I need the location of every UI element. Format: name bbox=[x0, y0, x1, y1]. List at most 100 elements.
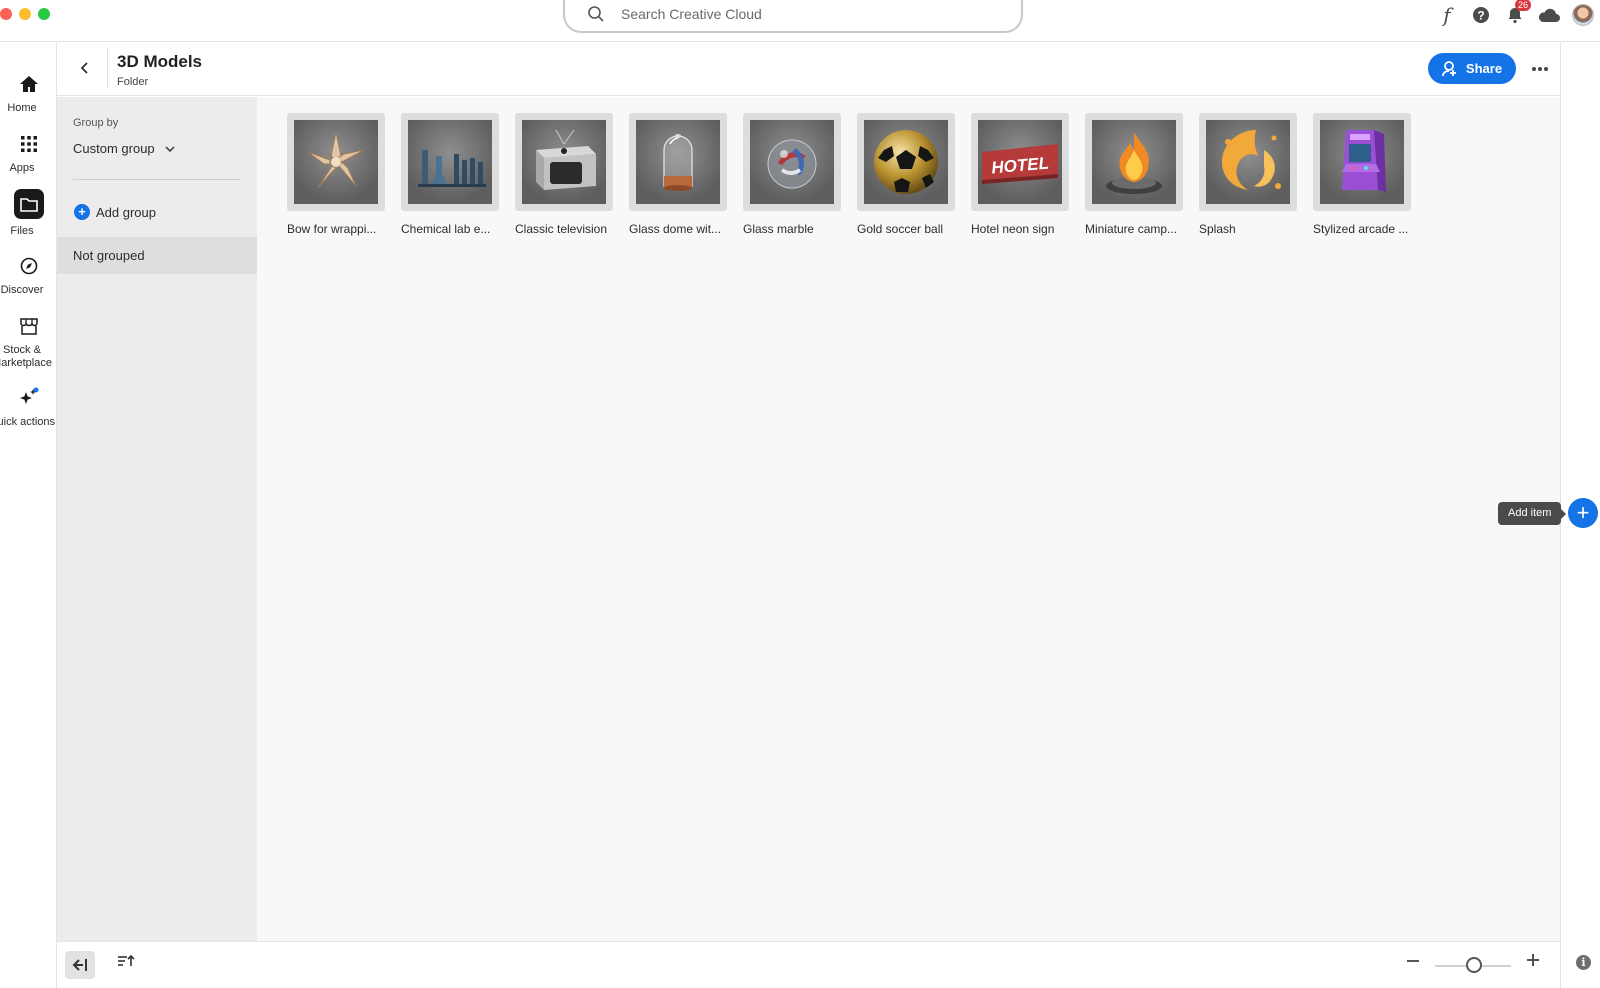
item-thumbnail bbox=[287, 113, 385, 211]
nav-apps-label: Apps bbox=[9, 162, 35, 174]
search-input[interactable] bbox=[621, 5, 981, 22]
nav-files[interactable]: Files bbox=[0, 189, 57, 238]
nav-discover[interactable]: Discover bbox=[0, 254, 57, 297]
bow-model-icon bbox=[307, 131, 365, 189]
avatar[interactable] bbox=[1566, 0, 1600, 30]
item-name: Splash bbox=[1199, 222, 1236, 236]
nav-stock-marketplace[interactable]: Stock &Marketplace bbox=[0, 314, 57, 370]
campfire-model-icon bbox=[1106, 132, 1162, 194]
item-name: Glass marble bbox=[743, 222, 814, 236]
share-button[interactable]: Share bbox=[1428, 53, 1516, 84]
item-thumbnail bbox=[857, 113, 955, 211]
glass-marble-model-icon bbox=[767, 139, 817, 189]
item-name: Miniature camp... bbox=[1085, 222, 1178, 236]
folder-icon bbox=[13, 189, 44, 219]
splash-model-icon bbox=[1222, 130, 1281, 190]
nav-files-label: Files bbox=[10, 225, 34, 237]
item-card[interactable]: Splash bbox=[1199, 113, 1297, 236]
item-thumbnail bbox=[629, 113, 727, 211]
item-name: Hotel neon sign bbox=[971, 222, 1055, 236]
nav-discover-label: Discover bbox=[0, 284, 44, 296]
item-name: Bow for wrappi... bbox=[287, 222, 377, 236]
zoom-in-button[interactable] bbox=[1526, 950, 1540, 973]
item-card[interactable]: Stylized arcade ... bbox=[1313, 113, 1411, 236]
page-subtitle: Folder bbox=[117, 76, 149, 88]
folder-header: 3D Models Folder Share bbox=[57, 42, 1560, 96]
help-icon[interactable]: ? bbox=[1464, 0, 1498, 30]
close-window-button[interactable] bbox=[0, 8, 12, 20]
back-button[interactable] bbox=[75, 58, 95, 78]
item-card[interactable]: Glass dome wit... bbox=[629, 113, 727, 236]
sort-button[interactable] bbox=[117, 954, 135, 971]
item-thumbnail bbox=[515, 113, 613, 211]
nav-stock-label: Stock &Marketplace bbox=[0, 344, 58, 370]
items-grid: Bow for wrappi... Chemical lab e... Clas… bbox=[287, 113, 1411, 236]
chevron-left-icon bbox=[80, 62, 88, 74]
avatar-image bbox=[1572, 4, 1594, 26]
add-group-label: Add group bbox=[96, 204, 156, 220]
notifications-bell-icon[interactable]: 26 bbox=[1498, 0, 1532, 30]
plus-circle-icon: + bbox=[74, 204, 90, 220]
lab-equipment-model-icon bbox=[418, 150, 486, 187]
item-card[interactable]: HOTEL Hotel neon sign bbox=[971, 113, 1069, 236]
collapse-panel-button[interactable] bbox=[65, 951, 95, 979]
chevron-down-icon bbox=[165, 145, 175, 152]
add-item-button[interactable]: + bbox=[1568, 498, 1598, 528]
header-divider bbox=[107, 48, 108, 88]
home-icon bbox=[0, 72, 57, 96]
search-bar[interactable] bbox=[563, 0, 1023, 33]
notification-count-badge: 26 bbox=[1515, 0, 1532, 11]
item-card[interactable]: Chemical lab e... bbox=[401, 113, 499, 236]
group-by-dropdown[interactable]: Custom group bbox=[73, 141, 175, 156]
top-bar: f ? 26 bbox=[0, 0, 1600, 42]
minus-icon bbox=[1407, 960, 1419, 962]
nav-home[interactable]: Home bbox=[0, 72, 57, 115]
arcade-cabinet-model-icon bbox=[1342, 130, 1386, 192]
add-person-icon bbox=[1442, 60, 1456, 76]
compass-icon bbox=[0, 254, 57, 278]
not-grouped-item[interactable]: Not grouped bbox=[57, 237, 257, 274]
item-name: Stylized arcade ... bbox=[1313, 222, 1409, 236]
item-card[interactable]: Classic television bbox=[515, 113, 613, 236]
group-panel: Group by Custom group + Add group Not gr… bbox=[57, 97, 257, 941]
item-card[interactable]: Miniature camp... bbox=[1085, 113, 1183, 236]
hotel-sign-model-icon: HOTEL bbox=[982, 144, 1058, 184]
left-navigation: Home Apps Files Discover Stock &Marketpl… bbox=[0, 42, 57, 988]
search-icon bbox=[588, 5, 604, 22]
plus-icon bbox=[1527, 954, 1539, 966]
group-panel-divider bbox=[73, 179, 241, 180]
maximize-window-button[interactable] bbox=[38, 8, 50, 20]
minimize-window-button[interactable] bbox=[19, 8, 31, 20]
fonts-icon[interactable]: f bbox=[1430, 0, 1464, 30]
zoom-slider-thumb[interactable] bbox=[1466, 957, 1482, 973]
sparkle-icon bbox=[0, 386, 57, 410]
glass-dome-model-icon bbox=[663, 134, 693, 191]
item-thumbnail bbox=[401, 113, 499, 211]
item-thumbnail bbox=[743, 113, 841, 211]
item-thumbnail bbox=[1313, 113, 1411, 211]
more-options-button[interactable] bbox=[1531, 56, 1549, 77]
main-content: Bow for wrappi... Chemical lab e... Clas… bbox=[257, 97, 1560, 941]
bottom-toolbar bbox=[57, 941, 1560, 988]
info-icon[interactable]: i bbox=[1576, 955, 1591, 970]
item-name: Classic television bbox=[515, 222, 608, 236]
soccer-ball-model-icon bbox=[874, 130, 938, 194]
sort-icon bbox=[118, 954, 135, 966]
nav-quick-actions[interactable]: Quick actions bbox=[0, 386, 57, 429]
svg-text:?: ? bbox=[1477, 9, 1484, 23]
cloud-sync-icon[interactable] bbox=[1532, 0, 1566, 30]
item-card[interactable]: Gold soccer ball bbox=[857, 113, 955, 236]
nav-quick-actions-label: Quick actions bbox=[0, 416, 56, 428]
zoom-out-button[interactable] bbox=[1406, 951, 1420, 974]
nav-home-label: Home bbox=[7, 102, 37, 114]
more-dots-icon bbox=[1532, 67, 1548, 71]
nav-stock-label-line1: Stock & bbox=[3, 344, 41, 356]
item-card[interactable]: Bow for wrappi... bbox=[287, 113, 385, 236]
item-name: Chemical lab e... bbox=[401, 222, 491, 236]
add-group-button[interactable]: + Add group bbox=[74, 204, 156, 220]
share-button-label: Share bbox=[1465, 61, 1503, 76]
item-card[interactable]: Glass marble bbox=[743, 113, 841, 236]
group-by-label: Group by bbox=[73, 117, 119, 129]
apps-grid-icon bbox=[0, 132, 57, 156]
nav-apps[interactable]: Apps bbox=[0, 132, 57, 175]
